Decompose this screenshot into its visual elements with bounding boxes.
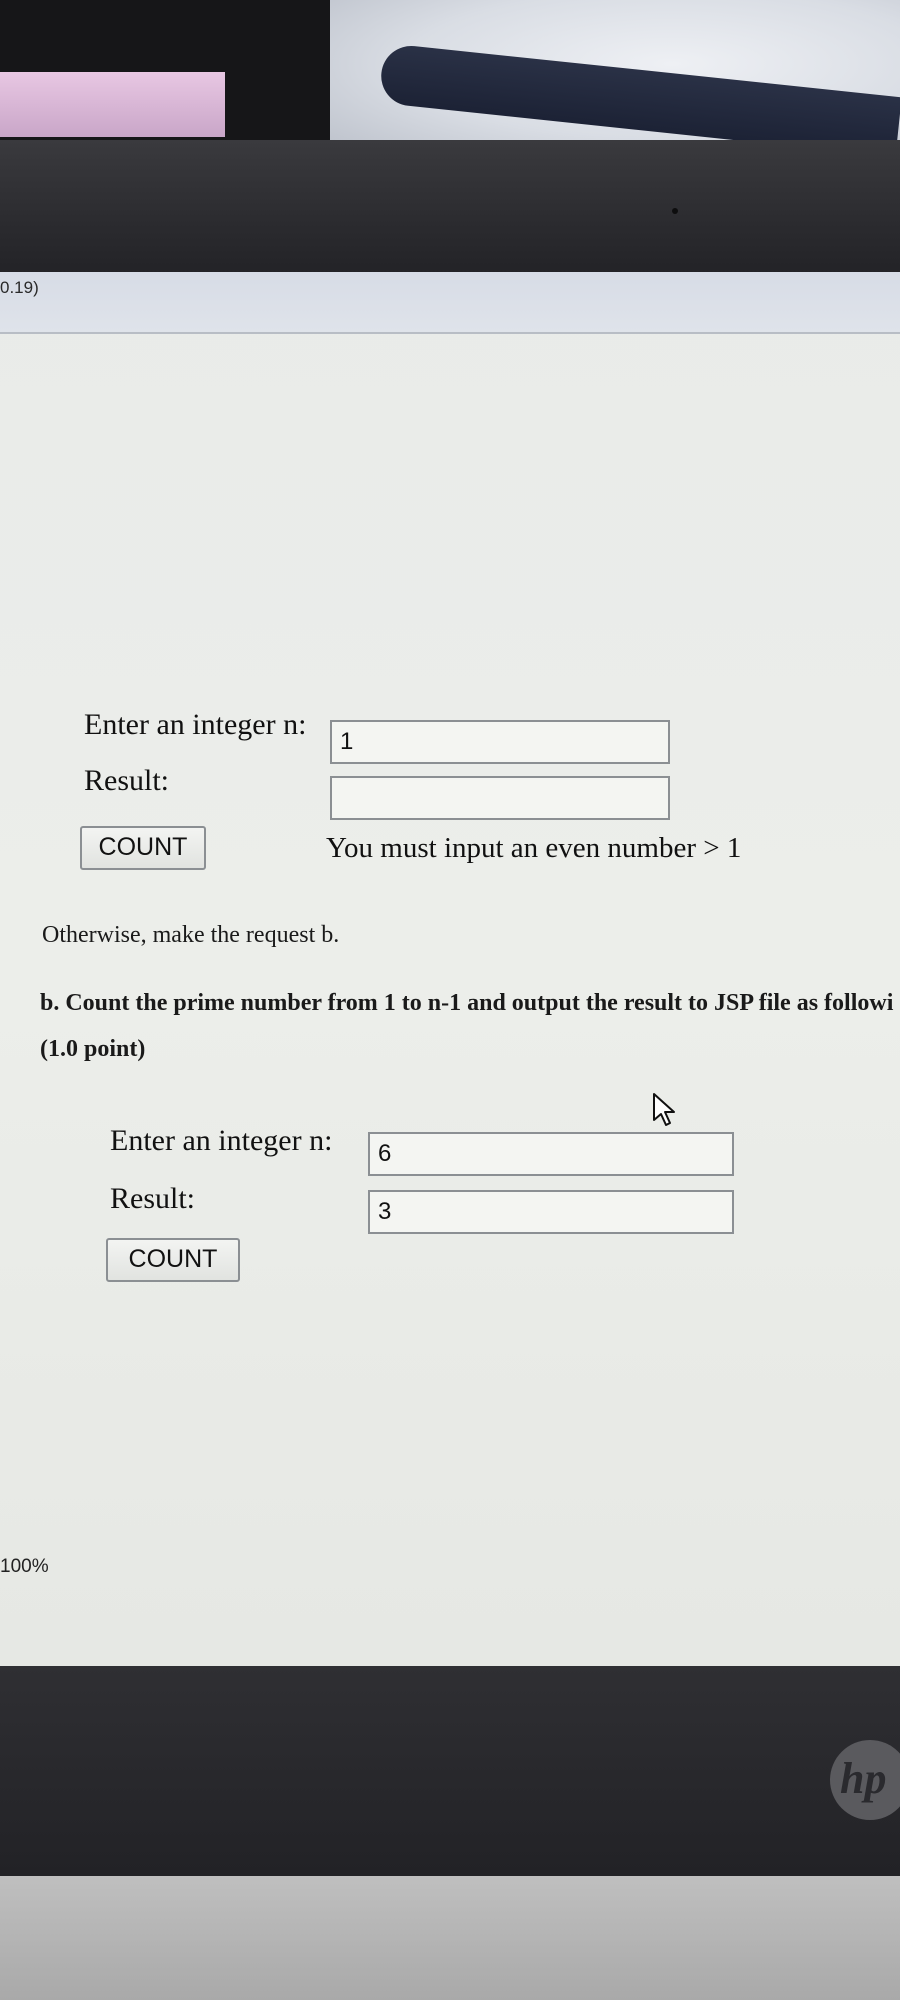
instruction-points: (1.0 point) bbox=[40, 1036, 146, 1062]
background-pink-object bbox=[0, 72, 225, 137]
laptop-top-bezel bbox=[0, 140, 900, 316]
example-b-n-label: Enter an integer n: bbox=[110, 1124, 333, 1157]
instruction-part-b: b. Count the prime number from 1 to n-1 … bbox=[40, 990, 894, 1016]
laptop-base bbox=[0, 1876, 900, 2000]
mouse-pointer-icon bbox=[653, 1093, 675, 1126]
hp-logo-icon: hp bbox=[830, 1740, 900, 1820]
example-b-count-button[interactable]: COUNT bbox=[106, 1238, 240, 1282]
example-a-result-label: Result: bbox=[84, 764, 170, 797]
browser-title-fragment: 0.19) bbox=[0, 278, 39, 297]
webcam-icon bbox=[672, 208, 678, 214]
instruction-otherwise: Otherwise, make the request b. bbox=[42, 922, 340, 948]
example-a-error-message: You must input an even number > 1 bbox=[326, 832, 742, 864]
example-a-count-button[interactable]: COUNT bbox=[80, 826, 206, 870]
example-b-result-input[interactable]: 3 bbox=[368, 1190, 734, 1234]
example-b-n-input[interactable]: 6 bbox=[368, 1132, 734, 1176]
photo-background: 0.19) Enter an integer n: 1 Result: COUN… bbox=[0, 0, 900, 2000]
laptop-screen: 0.19) Enter an integer n: 1 Result: COUN… bbox=[0, 272, 900, 1672]
example-b-result-label: Result: bbox=[110, 1182, 196, 1215]
page-content: Enter an integer n: 1 Result: COUNT You … bbox=[0, 334, 900, 1672]
laptop-bottom-bezel bbox=[0, 1666, 900, 1876]
browser-toolbar: 0.19) bbox=[0, 272, 900, 334]
zoom-level-label: 100% bbox=[0, 1556, 49, 1577]
example-a-n-input[interactable]: 1 bbox=[330, 720, 670, 764]
example-a-result-input[interactable] bbox=[330, 776, 670, 820]
example-a-n-label: Enter an integer n: bbox=[84, 708, 307, 741]
